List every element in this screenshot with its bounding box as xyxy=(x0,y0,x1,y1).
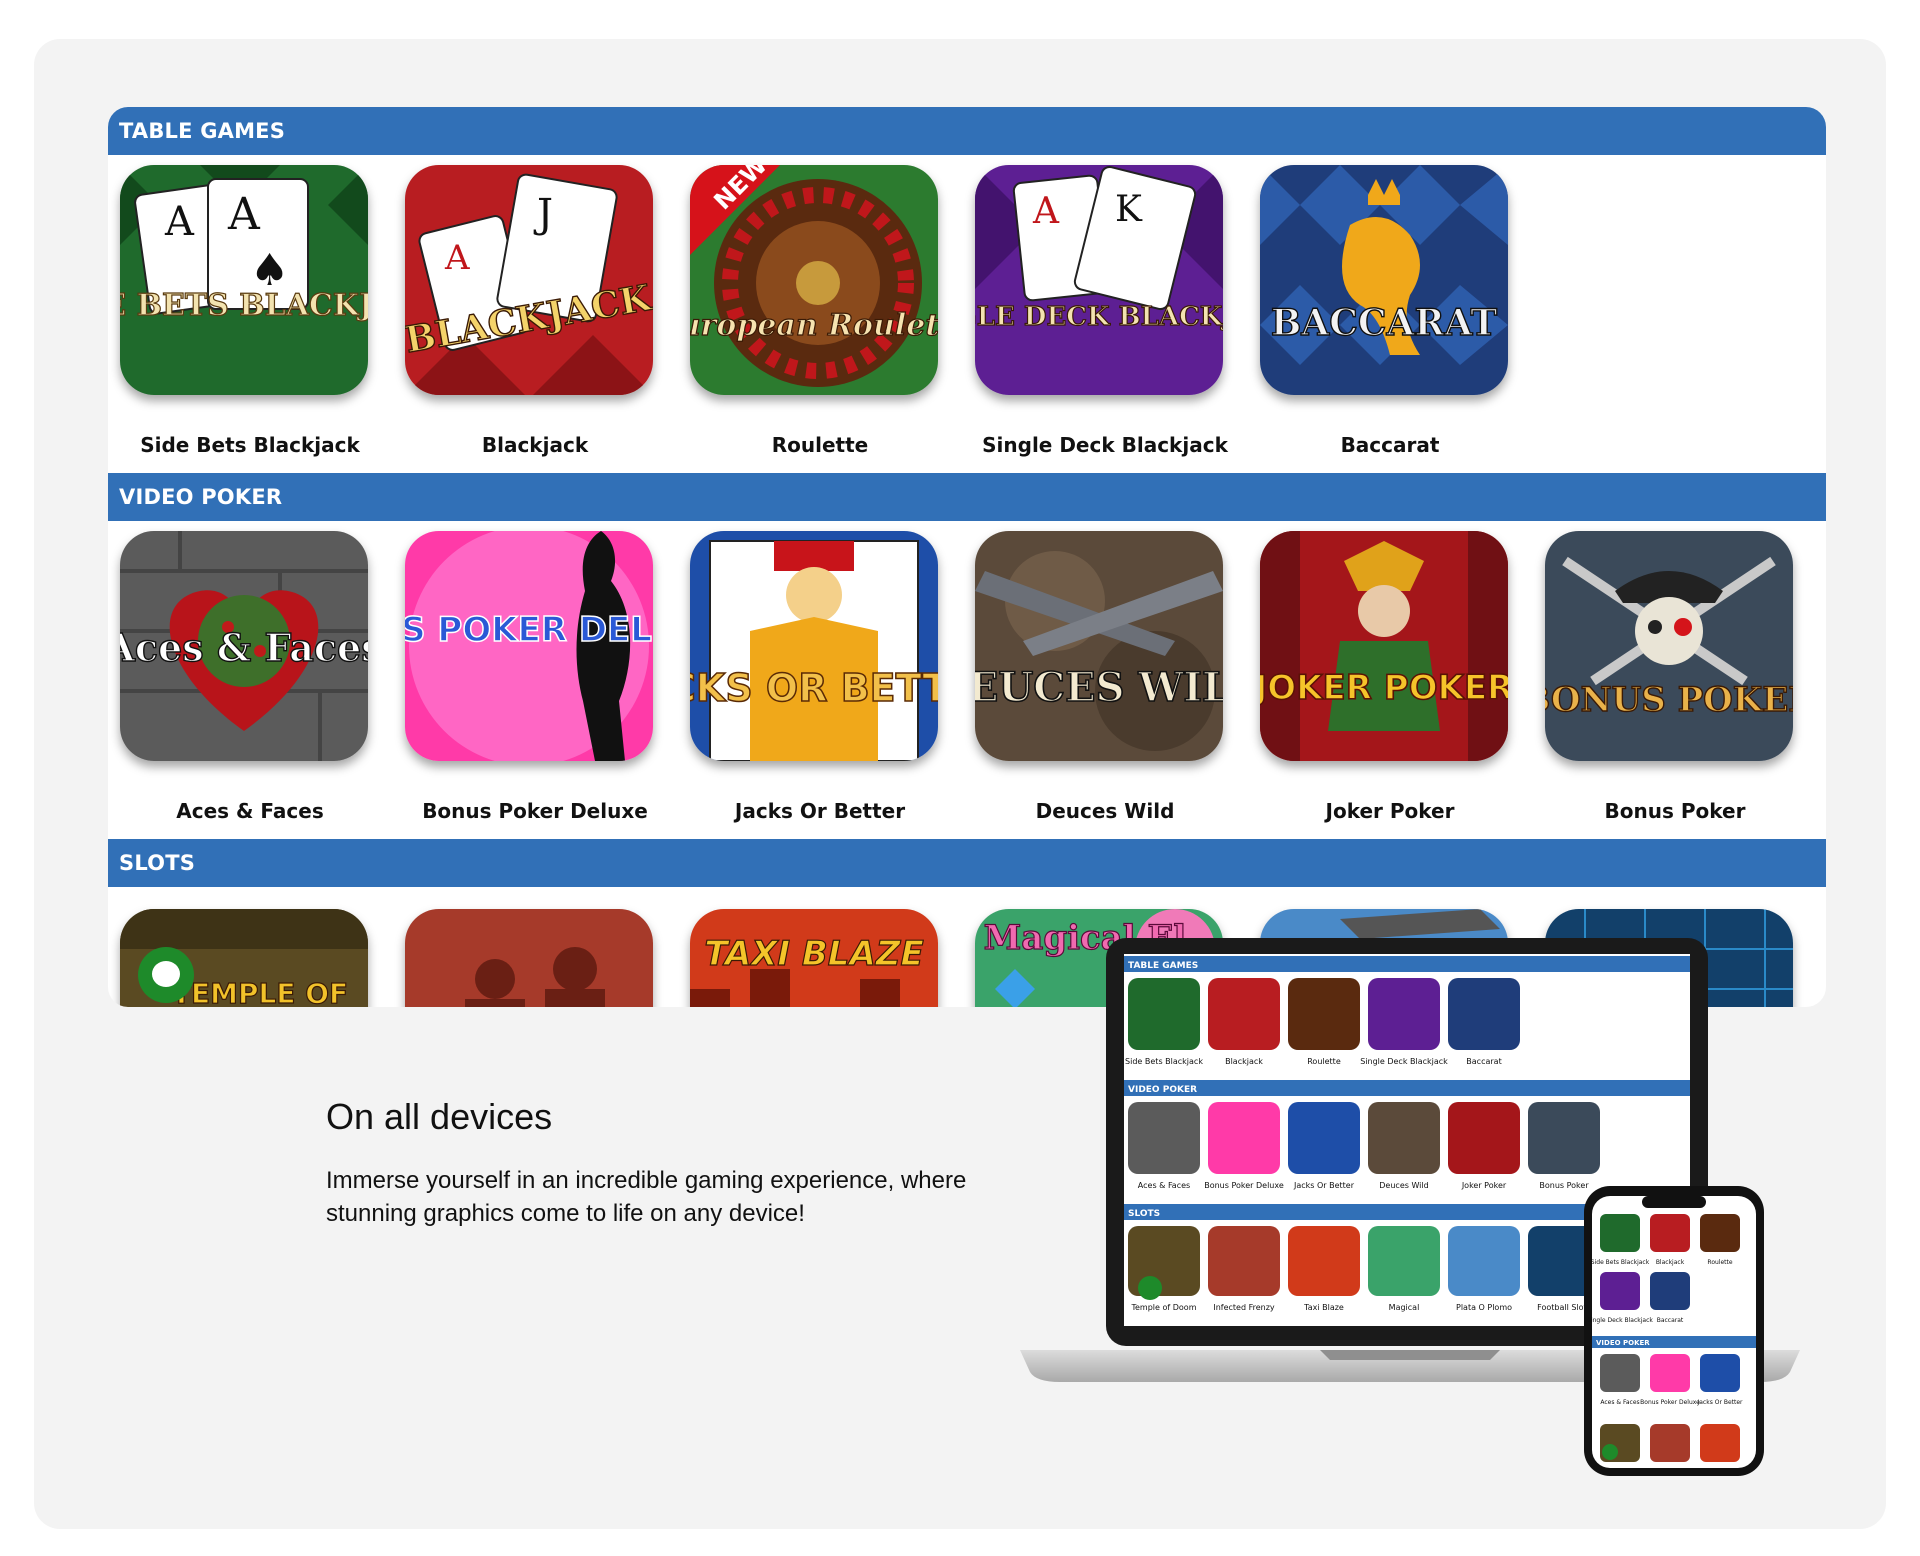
taxi-blaze-icon: TAXI BLAZE xyxy=(690,909,938,1007)
promo-description: Immerse yourself in an incredible gaming… xyxy=(326,1167,967,1227)
laptop-game-label: Roulette xyxy=(1307,1057,1341,1066)
phone-game-label: Side Bets Blackjack xyxy=(1591,1259,1650,1266)
svg-text:A: A xyxy=(164,199,195,245)
laptop-game-label: Magical xyxy=(1389,1303,1420,1312)
joker-poker-icon: JOKER POKER xyxy=(1260,531,1508,761)
single-deck-blackjack-icon: A K SINGLE DECK BLACKJACK xyxy=(975,165,1223,395)
laptop-game-label: Infected Frenzy xyxy=(1213,1303,1275,1312)
phone-game-label: Aces & Faces xyxy=(1600,1399,1639,1406)
game-label: Side Bets Blackjack xyxy=(140,433,360,457)
bonus-poker-deluxe-icon: BONUS POKER DELUXE xyxy=(405,531,653,761)
section-header-video-poker: VIDEO POKER xyxy=(108,473,1826,521)
laptop-game-label: Temple of Doom xyxy=(1130,1303,1196,1312)
svg-text:BACCARAT: BACCARAT xyxy=(1271,302,1497,344)
svg-text:A: A xyxy=(1032,191,1060,232)
svg-text:DEUCES WILD: DEUCES WILD xyxy=(975,664,1223,711)
phone-chat-icon xyxy=(1602,1444,1618,1460)
table-games-grid: A A ♠ SIDE BETS BLACKJACK Side Bets Blac… xyxy=(108,155,1826,473)
laptop-section-video-poker: VIDEO POKER xyxy=(1128,1085,1197,1095)
laptop-game-label: Side Bets Blackjack xyxy=(1125,1057,1203,1066)
svg-text:European Roulette: European Roulette xyxy=(690,308,938,343)
laptop-game-label: Deuces Wild xyxy=(1379,1181,1428,1190)
laptop-section-table-games: TABLE GAMES xyxy=(1128,961,1198,971)
game-label: Single Deck Blackjack xyxy=(982,433,1228,457)
game-label: Jacks Or Better xyxy=(734,799,906,823)
european-roulette-icon: NEW European Roulette xyxy=(690,165,938,395)
phone-game-label: Baccarat xyxy=(1657,1317,1684,1324)
video-poker-grid: Aces & Faces Aces & Faces BONUS POKER DE… xyxy=(108,521,1826,839)
aces-faces-icon: Aces & Faces xyxy=(120,531,368,761)
laptop-game-label: Baccarat xyxy=(1466,1057,1501,1066)
game-label: Bonus Poker xyxy=(1604,799,1746,823)
baccarat-icon: BACCARAT xyxy=(1260,165,1508,395)
svg-text:SIDE BETS BLACKJACK: SIDE BETS BLACKJACK xyxy=(120,288,368,323)
laptop-game-label: Plata O Plomo xyxy=(1456,1303,1512,1312)
game-label: Aces & Faces xyxy=(176,799,324,823)
laptop-game-label: Joker Poker xyxy=(1461,1181,1507,1190)
phone-mockup: Side Bets Blackjack Blackjack Roulette S… xyxy=(1584,1186,1764,1476)
game-label: Bonus Poker Deluxe xyxy=(422,799,648,823)
svg-text:BONUS POKER: BONUS POKER xyxy=(1545,680,1793,720)
svg-text:Aces & Faces: Aces & Faces xyxy=(120,625,368,670)
svg-text:K: K xyxy=(1115,189,1143,230)
game-label: Deuces Wild xyxy=(1035,799,1175,823)
svg-text:JACKS OR BETTER: JACKS OR BETTER xyxy=(690,666,938,710)
game-lobby-panel: TABLE GAMES A A ♠ SIDE BETS BLACKJACK Si… xyxy=(108,107,1826,1007)
svg-text:SINGLE DECK BLACKJACK: SINGLE DECK BLACKJACK xyxy=(975,302,1223,332)
game-label: Baccarat xyxy=(1340,433,1440,457)
phone-game-label: Blackjack xyxy=(1656,1259,1685,1266)
game-label: Roulette xyxy=(771,433,869,457)
side-bets-blackjack-icon: A A ♠ SIDE BETS BLACKJACK xyxy=(120,165,368,395)
laptop-section-slots: SLOTS xyxy=(1128,1209,1160,1219)
jacks-or-better-icon: JACKS OR BETTER xyxy=(690,531,938,761)
svg-text:A: A xyxy=(444,238,470,278)
laptop-game-label: Blackjack xyxy=(1225,1057,1263,1066)
laptop-game-label: Taxi Blaze xyxy=(1303,1303,1344,1312)
deuces-wild-icon: DEUCES WILD xyxy=(975,531,1223,761)
promo-heading: On all devices xyxy=(326,1096,553,1137)
phone-game-label: Bonus Poker Deluxe xyxy=(1640,1399,1700,1406)
svg-text:BONUS POKER DELUXE: BONUS POKER DELUXE xyxy=(405,610,653,650)
laptop-game-label: Jacks Or Better xyxy=(1293,1181,1355,1190)
svg-text:TAXI BLAZE: TAXI BLAZE xyxy=(704,934,923,974)
laptop-chat-icon xyxy=(1138,1276,1162,1300)
game-label: Joker Poker xyxy=(1325,799,1455,823)
phone-section-video-poker: VIDEO POKER xyxy=(1596,1339,1650,1347)
section-header-slots: SLOTS xyxy=(108,839,1826,887)
svg-text:A: A xyxy=(227,189,261,240)
phone-game-label: Jacks Or Better xyxy=(1696,1399,1743,1406)
laptop-game-label: Single Deck Blackjack xyxy=(1360,1057,1448,1066)
svg-text:JOKER POKER: JOKER POKER xyxy=(1260,668,1508,708)
laptop-game-label: Bonus Poker Deluxe xyxy=(1204,1181,1284,1190)
phone-game-label: Roulette xyxy=(1707,1259,1732,1266)
chat-bubble-icon[interactable] xyxy=(138,947,194,1003)
infected-frenzy-icon xyxy=(405,909,653,1007)
game-label: Blackjack xyxy=(481,433,589,457)
section-header-table-games: TABLE GAMES xyxy=(108,107,1826,155)
bonus-poker-icon: BONUS POKER xyxy=(1545,531,1793,761)
phone-game-label: Single Deck Blackjack xyxy=(1587,1317,1653,1324)
svg-text:TEMPLE OF: TEMPLE OF xyxy=(172,977,348,1007)
laptop-game-label: Aces & Faces xyxy=(1138,1181,1190,1190)
blackjack-icon: A J BLACKJACK xyxy=(405,165,653,395)
